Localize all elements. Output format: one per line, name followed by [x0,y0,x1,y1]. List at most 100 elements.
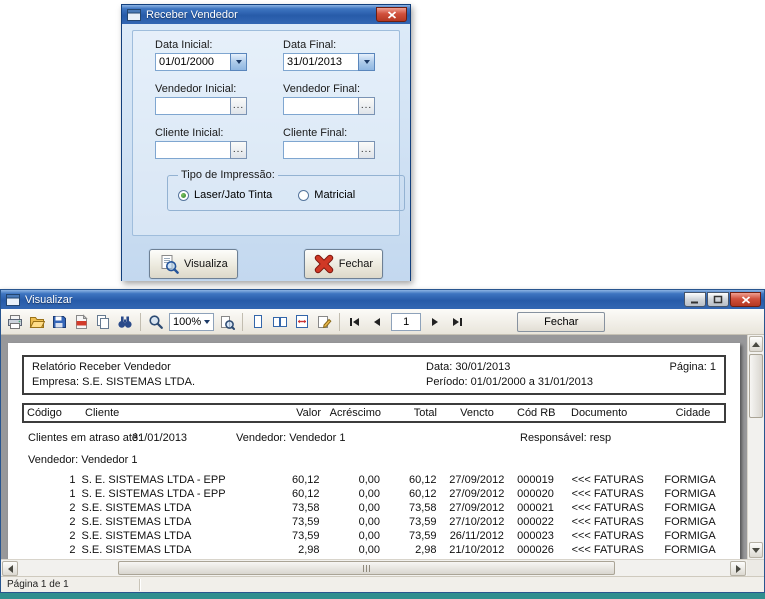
radio-icon [298,190,309,201]
next-page-button[interactable] [425,312,445,332]
receber-vendedor-window: Receber Vendedor Data Inicial: Data [121,4,411,281]
last-page-icon [450,315,464,329]
cell-valor: 73,59 [266,529,322,543]
save-button[interactable] [49,312,69,332]
viewer-toolbar: 100% [1,309,764,335]
meta-responsavel: Responsável: resp [520,432,611,444]
report-table-row: 2 S.E. SISTEMAS LTDA 73,58 0,00 73,58 27… [20,501,728,515]
maximize-button[interactable] [707,292,729,307]
preview-icon [159,254,179,274]
copy-button[interactable] [93,312,113,332]
magnifier-page-icon [219,314,235,330]
scroll-right-button[interactable] [730,561,746,576]
report-rows: 1 S. E. SISTEMAS LTDA - EPP 60,12 0,00 6… [20,473,728,557]
data-final-dropdown-button[interactable] [358,53,375,71]
cell-codigo: 2 [20,515,78,529]
cell-cliente: S.E. SISTEMAS LTDA [78,515,266,529]
chevron-down-icon [364,60,370,64]
scrollbar-corner [747,560,764,576]
col-header-vencto: Vencto [440,405,514,421]
grip-icon [366,565,367,572]
toolbar-separator [242,313,243,331]
desktop: Receber Vendedor Data Inicial: Data [0,0,765,599]
search-button[interactable] [115,312,135,332]
vendedor-inicial-lookup-button[interactable]: ... [230,97,247,115]
window-icon [6,294,20,306]
page-width-button[interactable] [292,312,312,332]
first-page-icon [348,315,362,329]
subtotal-acrescimo: 0,00 [323,557,384,559]
radio-matricial[interactable]: Matricial [298,189,355,201]
dialog-titlebar[interactable]: Receber Vendedor [122,5,410,24]
pdf-export-button[interactable] [71,312,91,332]
fechar-button[interactable]: Fechar [304,249,383,279]
zoom-page-button[interactable] [217,312,237,332]
cell-valor: 60,12 [266,473,322,487]
grip-icon [369,565,370,572]
radio-icon [178,190,189,201]
cell-total: 73,59 [383,529,439,543]
scroll-down-button[interactable] [749,542,763,558]
vertical-scroll-thumb[interactable] [749,354,763,418]
cell-acrescimo: 0,00 [323,529,384,543]
radio-laser-label: Laser/Jato Tinta [194,189,272,201]
multi-page-icon [272,314,288,330]
dialog-body: Data Inicial: Data Final: [122,24,410,281]
report-columns-box: Código Cliente Valor Acréscimo Total Ven… [22,403,726,423]
horizontal-scroll-thumb[interactable] [118,561,615,575]
vendedor-inicial-input[interactable] [155,97,230,115]
cell-total: 60,12 [383,473,439,487]
print-button[interactable] [5,312,25,332]
viewer-fechar-button[interactable]: Fechar [517,312,605,332]
col-header-codrb: Cód RB [514,405,568,421]
data-inicial-dropdown-button[interactable] [230,53,247,71]
zoom-select[interactable]: 100% [169,313,214,331]
open-button[interactable] [27,312,47,332]
first-page-button[interactable] [345,312,365,332]
subtotal-row: 343,98 0,00 343,98 [20,557,728,559]
cliente-final-input[interactable] [283,141,358,159]
viewer-titlebar[interactable]: Visualizar [1,290,764,309]
field-data-inicial: Data Inicial: [155,39,247,71]
cell-vencto: 27/09/2012 [440,487,515,501]
cell-codigo: 2 [20,529,78,543]
data-final-input[interactable] [283,53,358,71]
cell-codigo: 1 [20,473,78,487]
scroll-up-button[interactable] [749,336,763,352]
page-single-button[interactable] [248,312,268,332]
grip-icon [363,565,364,572]
close-icon [741,296,751,304]
data-inicial-input[interactable] [155,53,230,71]
cliente-inicial-input[interactable] [155,141,230,159]
col-header-acrescimo: Acréscimo [324,405,384,421]
scroll-left-button[interactable] [2,561,18,576]
page-multi-button[interactable] [270,312,290,332]
dialog-close-button[interactable] [376,7,407,22]
vendedor-final-input[interactable] [283,97,358,115]
viewer-close-button[interactable] [730,292,761,307]
cell-total: 73,59 [383,515,439,529]
zoom-button[interactable] [146,312,166,332]
last-page-button[interactable] [447,312,467,332]
col-header-total: Total [384,405,440,421]
horizontal-scroll-track[interactable] [19,560,729,576]
vendedor-final-lookup-button[interactable]: ... [358,97,375,115]
cliente-inicial-lookup-button[interactable]: ... [230,141,247,159]
edit-page-button[interactable] [314,312,334,332]
horizontal-scrollbar[interactable] [1,559,764,576]
toolbar-separator [339,313,340,331]
status-page-text: Página 1 de 1 [7,579,69,590]
visualiza-button[interactable]: Visualiza [149,249,238,279]
field-data-final: Data Final: [283,39,375,71]
prev-page-button[interactable] [367,312,387,332]
page-number-input[interactable] [391,313,421,331]
cell-acrescimo: 0,00 [323,501,384,515]
col-header-valor: Valor [268,405,324,421]
radio-laser-jato-tinta[interactable]: Laser/Jato Tinta [178,189,272,201]
pdf-icon [73,314,89,330]
vertical-scrollbar[interactable] [747,335,764,559]
col-header-cliente: Cliente [82,405,268,421]
minimize-button[interactable] [684,292,706,307]
cell-cliente: S. E. SISTEMAS LTDA - EPP [78,473,266,487]
cliente-final-lookup-button[interactable]: ... [358,141,375,159]
